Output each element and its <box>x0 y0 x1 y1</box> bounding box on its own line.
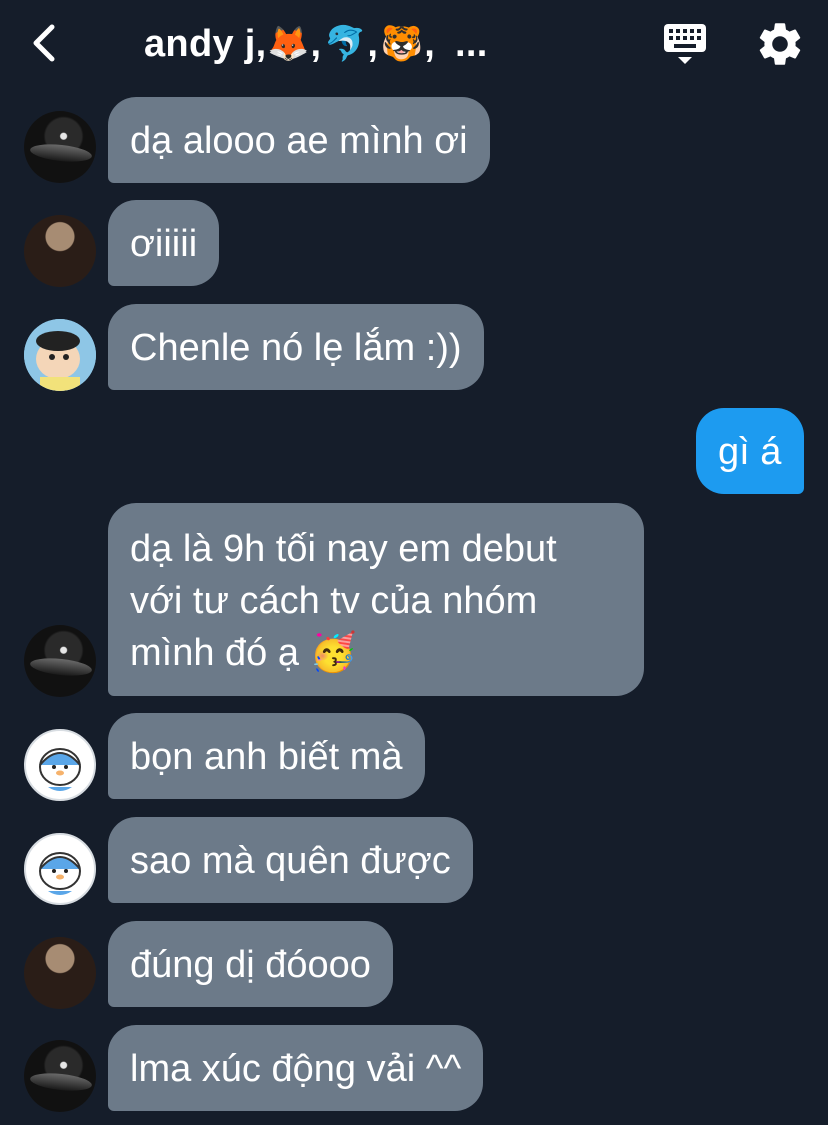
chevron-left-icon <box>33 24 55 62</box>
keyboard-icon <box>664 24 706 64</box>
message-line: với tư cách tv của nhóm <box>130 580 538 622</box>
message-bubble[interactable]: ơiiiii <box>108 200 220 286</box>
title-emoji-fox: 🦊 <box>267 25 310 63</box>
message-bubble[interactable]: dạ alooo ae mình ơi <box>108 97 490 183</box>
avatar[interactable] <box>24 319 96 391</box>
title-comma: , <box>310 22 322 65</box>
message-text: Chenle nó lẹ lắm :)) <box>130 327 462 369</box>
message-bubble[interactable]: Chenle nó lẹ lắm :)) <box>108 304 484 390</box>
gear-icon <box>759 23 801 65</box>
message-text: ơiiiii <box>130 223 198 265</box>
message-bubble[interactable]: sao mà quên được <box>108 817 473 903</box>
chat-header: andy j, 🦊, 🐬, 🐯, ... <box>0 0 828 90</box>
avatar[interactable] <box>24 833 96 905</box>
penguin-icon <box>39 748 81 791</box>
message-bubble[interactable]: lma xúc động vải ^^ <box>108 1025 484 1111</box>
avatar[interactable] <box>24 111 96 183</box>
avatar[interactable] <box>24 1040 96 1112</box>
title-more: ... <box>455 22 488 65</box>
avatar[interactable] <box>24 729 96 801</box>
back-button[interactable] <box>20 18 70 68</box>
message-text: lma xúc động vải ^^ <box>130 1048 462 1090</box>
message-text: sao mà quên được <box>130 840 451 882</box>
settings-button[interactable] <box>754 18 806 70</box>
title-comma: , <box>424 22 436 65</box>
message-bubble[interactable]: bọn anh biết mà <box>108 713 425 799</box>
shinchan-icon <box>24 319 96 391</box>
avatar[interactable] <box>24 215 96 287</box>
keyboard-button[interactable] <box>660 20 710 68</box>
avatar[interactable] <box>24 625 96 697</box>
message-line: dạ là 9h tối nay em debut <box>130 528 557 570</box>
title-comma: , <box>367 22 379 65</box>
message-text: dạ alooo ae mình ơi <box>130 120 468 162</box>
message-bubble-outgoing[interactable]: gì á <box>696 408 804 494</box>
avatar[interactable] <box>24 937 96 1009</box>
message-text: bọn anh biết mà <box>130 736 403 778</box>
conversation-title[interactable]: andy j, 🦊, 🐬, 🐯, ... <box>144 18 488 70</box>
message-text: gì á <box>718 431 782 473</box>
title-name: andy j, <box>144 22 267 65</box>
message-line: mình đó ạ 🥳 <box>130 632 357 674</box>
message-bubble[interactable]: dạ là 9h tối nay em debut với tư cách tv… <box>108 503 644 696</box>
title-emoji-dolphin: 🐬 <box>324 25 367 63</box>
message-text: đúng dị đóooo <box>130 944 371 986</box>
chat-screen: andy j, 🦊, 🐬, 🐯, ... dạ alooo ae mình ơi… <box>0 0 828 1125</box>
penguin-icon <box>39 852 81 895</box>
title-emoji-tiger: 🐯 <box>380 25 424 63</box>
message-bubble[interactable]: đúng dị đóooo <box>108 921 393 1007</box>
